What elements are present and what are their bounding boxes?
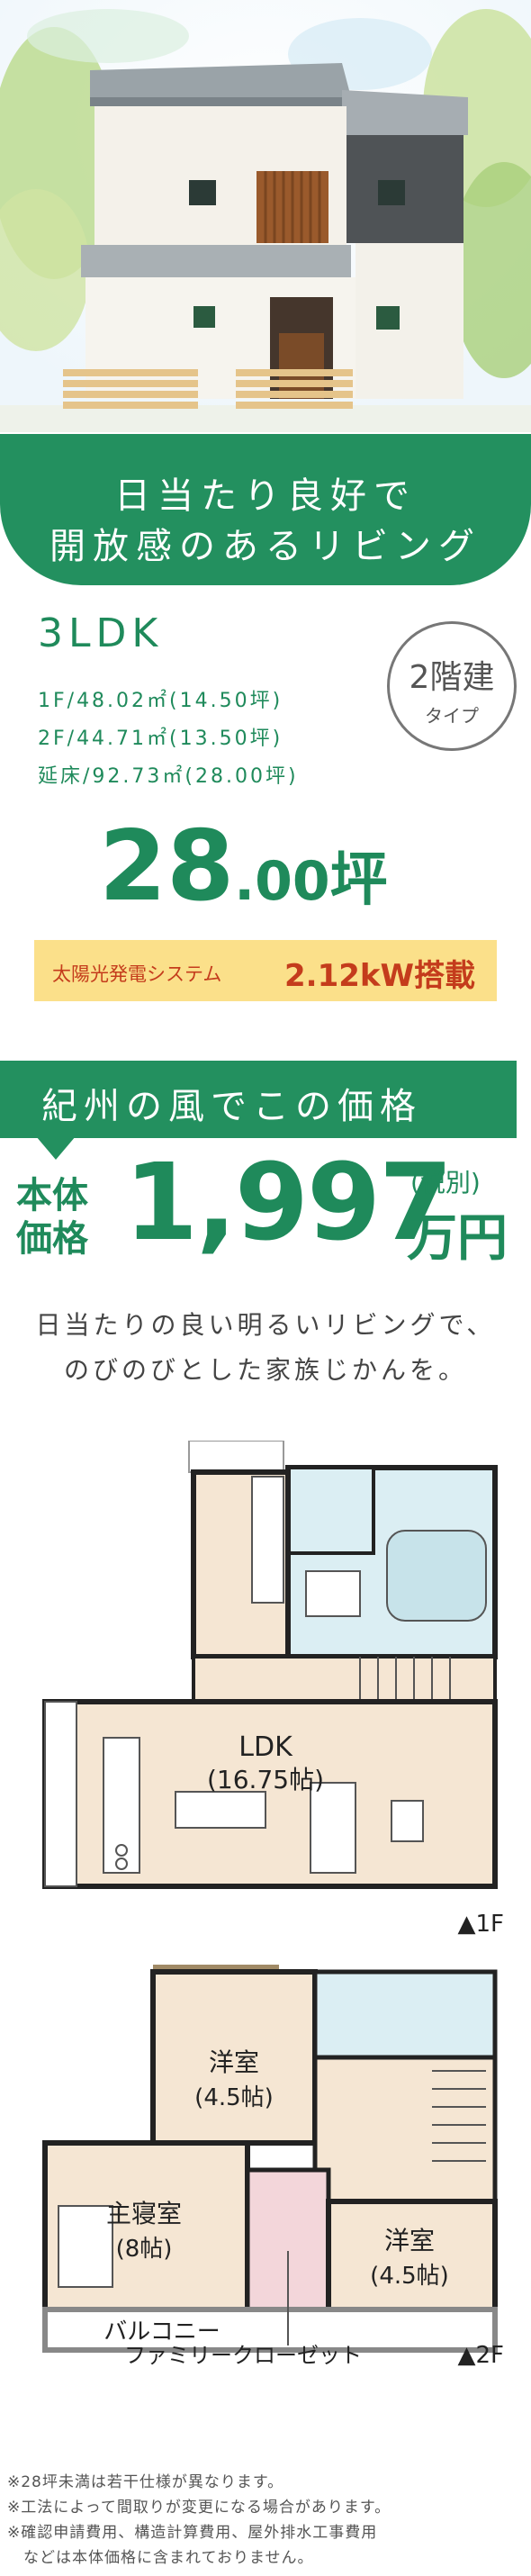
price-banner: 紀州の風でこの価格 bbox=[0, 1061, 517, 1138]
price-label-line-1: 本体 bbox=[16, 1175, 88, 1216]
price-banner-tail bbox=[36, 1136, 76, 1160]
price-tax-note: (税別) bbox=[410, 1168, 481, 1198]
price-banner-text: 紀州の風でこの価格 bbox=[41, 1086, 422, 1127]
floor-2f-label: ▲2F bbox=[458, 2342, 505, 2368]
house-illustration bbox=[0, 0, 531, 432]
ldk-size: (16.75帖) bbox=[207, 1765, 324, 1794]
note-1: ※28坪未満は若干仕様が異なります。 bbox=[7, 2473, 284, 2491]
copy-line-2: のびのびとした家族じかんを。 bbox=[63, 1355, 467, 1385]
tsubo-integer: 28 bbox=[99, 810, 235, 923]
copy-line-1: 日当たりの良い明るいリビングで、 bbox=[35, 1310, 496, 1340]
room-b-label: 洋室 bbox=[384, 2226, 435, 2255]
headline-banner: 日当たり良好で 開放感のあるリビング bbox=[0, 434, 531, 585]
room-a-label: 洋室 bbox=[209, 2047, 259, 2077]
floor-1f-label: ▲1F bbox=[458, 1911, 505, 1938]
price-label-line-2: 価格 bbox=[16, 1218, 88, 1260]
layout-type: 3LDK bbox=[38, 610, 164, 656]
tsubo-size: 28.00坪 bbox=[99, 810, 388, 923]
area-2f: 2F/44.71㎡(13.50坪) bbox=[38, 728, 284, 750]
solar-panel-banner: 太陽光発電システム 2.12kW搭載 bbox=[34, 940, 497, 1001]
room-a-size: (4.5帖) bbox=[194, 2084, 274, 2111]
area-total: 延床/92.73㎡(28.00坪) bbox=[38, 765, 299, 788]
tsubo-unit: 坪 bbox=[329, 847, 388, 914]
room-b-size: (4.5帖) bbox=[370, 2263, 449, 2290]
tsubo-decimal: .00 bbox=[234, 850, 330, 913]
area-1f: 1F/48.02㎡(14.50坪) bbox=[38, 690, 284, 712]
master-bedroom-size: (8帖) bbox=[116, 2236, 173, 2263]
price-label: 本体 価格 bbox=[16, 1174, 88, 1261]
solar-label: 太陽光発電システム bbox=[52, 963, 222, 985]
solar-value: 2.12kW搭載 bbox=[284, 958, 476, 994]
family-closet-label: ファミリークローゼット bbox=[124, 2343, 362, 2368]
headline-line-2: 開放感のあるリビング bbox=[50, 526, 482, 567]
balcony-label: バルコニー bbox=[104, 2318, 220, 2346]
headline-line-1: 日当たり良好で bbox=[114, 475, 417, 517]
floor-plan-2f: 洋室 (4.5帖) 主寝室 (8帖) 洋室 (4.5帖) バルコニー ファミリー… bbox=[42, 1965, 505, 2368]
price-unit: 万円 bbox=[407, 1209, 508, 1268]
floor-plan: LDK (16.75帖) ▲1F 洋室 (4.5帖) 主寝室 (8帖) 洋室 (… bbox=[42, 1441, 505, 2368]
master-bedroom-label: 主寝室 bbox=[106, 2199, 182, 2228]
floor-plan-1f: LDK (16.75帖) ▲1F bbox=[42, 1441, 505, 1938]
price-amount: 1,997 bbox=[124, 1140, 453, 1264]
note-4: などは本体価格に含まれておりません。 bbox=[7, 2549, 314, 2567]
badge-line-2: タイプ bbox=[425, 705, 479, 727]
note-3: ※確認申請費用、構造計算費用、屋外排水工事費用 bbox=[7, 2524, 378, 2542]
ldk-label: LDK bbox=[238, 1731, 293, 1763]
note-2: ※工法によって間取りが変更になる場合があります。 bbox=[7, 2499, 392, 2517]
badge-line-1: 2階建 bbox=[409, 659, 495, 696]
two-story-badge: 2階建 タイプ bbox=[387, 621, 517, 751]
